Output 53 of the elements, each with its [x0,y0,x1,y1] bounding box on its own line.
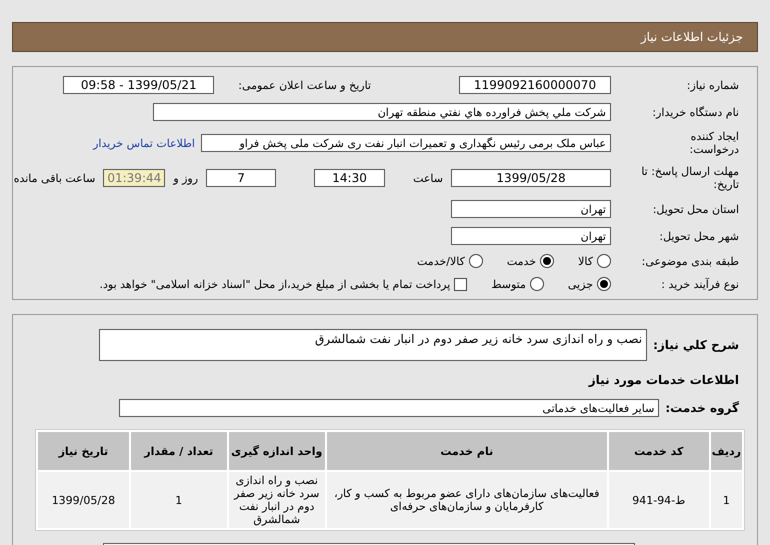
table-cell: ط-94-941 [608,472,709,528]
column-header: کد خدمت [608,432,709,470]
radio-button[interactable] [597,254,611,268]
deadline-date-field[interactable]: 1399/05/28 [451,169,611,187]
column-header: ردیف [710,432,742,470]
radio-button[interactable] [530,277,544,291]
table-cell: فعالیت‌های سازمان‌های دارای عضو مربوط به کسب و کار، کارفرمایان و سازمان‌های حرفه‌ای [326,472,607,528]
radio-button[interactable] [468,254,483,268]
column-header: تعداد / مقدار [130,432,227,470]
option-label: کالا [578,254,593,268]
days-field[interactable]: 7 [206,169,276,187]
option-label: کالا/خدمت [417,254,465,268]
table-cell: 1 [130,472,227,528]
buyer-field[interactable]: شرکت ملي پخش فراورده هاي نفتي منطقه تهران [153,103,611,121]
option-label: متوسط [491,278,526,290]
field-label: تاریخ و ساعت اعلان عمومی: [238,78,371,92]
field-label: طبقه بندی موضوعی: [640,254,739,268]
field-label: ایجاد کننده درخواست: [688,130,739,156]
remaining-time-field[interactable]: 01:39:44 [103,169,166,187]
page-title: جزئیات اطلاعات نیاز [640,30,743,44]
field-label: شهر محل تحویل: [658,230,739,242]
description-field[interactable]: نصب و راه اندازی سرد خانه زیر صفر دوم در انبار نفت شمالشرق [99,329,648,361]
section-title: اطلاعات خدمات مورد نیاز [587,373,739,387]
table-cell: 1 [710,472,742,528]
service-group-field[interactable]: سایر فعالیت‌های خدماتی [119,399,660,417]
field-label: نوع فرآیند خرید : [660,278,739,290]
field-label: مهلت ارسال پاسخ: تا تاریخ: [640,165,739,191]
field-label: شماره نیاز: [686,78,739,92]
column-header: واحد اندازه گیری [228,432,325,470]
table-cell: 1399/05/28 [38,472,129,528]
field-label: شرح کلي نياز: [653,338,739,352]
need-number-field[interactable]: 1199092160000070 [459,76,611,94]
field-label: ساعت [413,172,443,184]
column-header: تاریخ نیاز [38,432,129,470]
field-label: استان محل تحویل: [652,202,739,216]
radio-button[interactable] [597,277,611,291]
city-field[interactable]: تهران [451,227,611,245]
contact-link[interactable]: اطلاعات تماس خریدار [93,136,195,150]
field-label: روز و [173,172,198,184]
announce-date-field[interactable]: 1399/05/21 - 09:58 [63,76,214,94]
option-label: جزیی [568,278,593,290]
field-label: گروه خدمت: [665,401,739,415]
table-cell: نصب و راه اندازی سرد خانه زیر صفر دوم در انبار نفت شمالشرق [228,472,325,528]
column-header: نام خدمت [326,432,607,470]
province-field[interactable]: تهران [451,200,611,218]
checkbox-label: پرداخت تمام یا بخشی از مبلغ خرید،از محل "اسناد خزانه اسلامی" خواهد بود. [100,278,450,290]
field-label: ساعت باقی مانده [14,172,96,184]
checkbox[interactable] [454,278,468,290]
option-label: خدمت [506,254,536,268]
field-label: نام دستگاه خریدار: [651,106,739,118]
requester-field[interactable]: عباس ملک برمی رئیس نگهداری و تعمیرات انبار نفت ری شرکت ملی پخش فراو [201,134,611,152]
deadline-time-field[interactable]: 14:30 [314,169,386,187]
radio-button[interactable] [540,254,554,268]
